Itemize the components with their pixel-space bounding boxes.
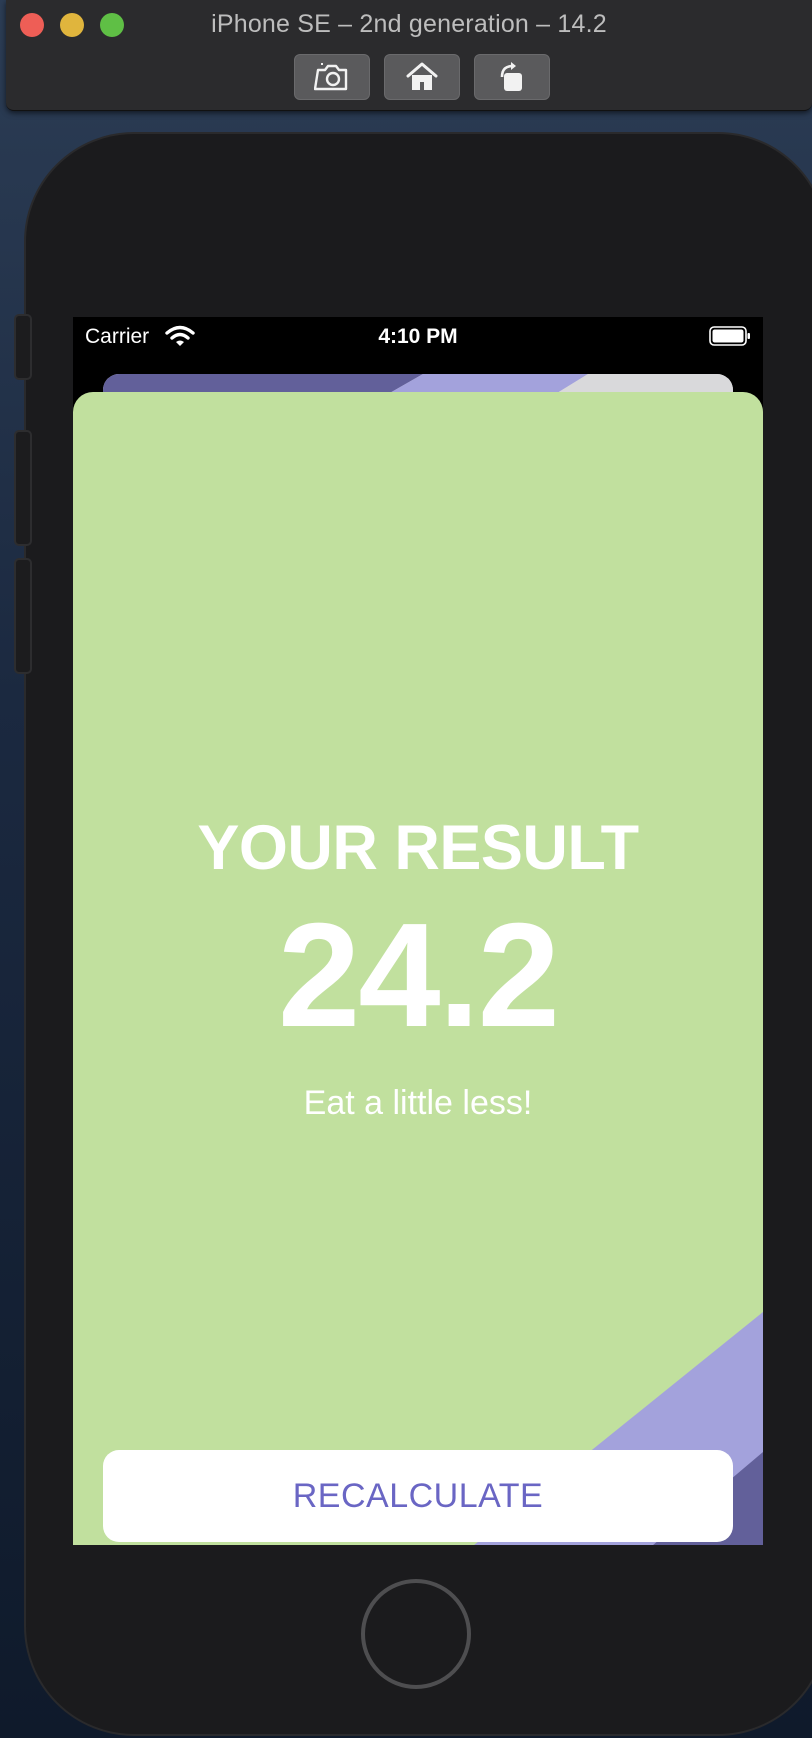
- result-sheet: YOUR RESULT 24.2 Eat a little less! RECA…: [73, 392, 763, 1545]
- volume-up-button[interactable]: [14, 430, 32, 546]
- camera-icon: [314, 63, 348, 91]
- advice-text: Eat a little less!: [303, 1084, 533, 1122]
- home-icon: [406, 62, 438, 90]
- battery-icon: [709, 326, 750, 346]
- phone-home-button[interactable]: [361, 1579, 471, 1689]
- status-time: 4:10 PM: [378, 325, 458, 348]
- result-title: YOUR RESULT: [197, 813, 639, 883]
- volume-down-button[interactable]: [14, 558, 32, 674]
- screenshot-button[interactable]: [294, 54, 370, 100]
- home-button[interactable]: [384, 54, 460, 100]
- mute-switch[interactable]: [14, 314, 32, 380]
- simulator-window-titlebar: iPhone SE – 2nd generation – 14.2: [6, 0, 812, 111]
- rotate-button[interactable]: [474, 54, 550, 100]
- status-bar: Carrier 4:10 PM: [73, 317, 763, 357]
- simulator-title: iPhone SE – 2nd generation – 14.2: [211, 10, 607, 38]
- bmi-value: 24.2: [277, 893, 560, 1058]
- phone-screen: Carrier 4:10 PM YOUR RESULT 24.2 Eat a l…: [73, 317, 763, 1545]
- recalculate-button[interactable]: RECALCULATE: [103, 1450, 733, 1542]
- rotate-icon: [500, 62, 522, 91]
